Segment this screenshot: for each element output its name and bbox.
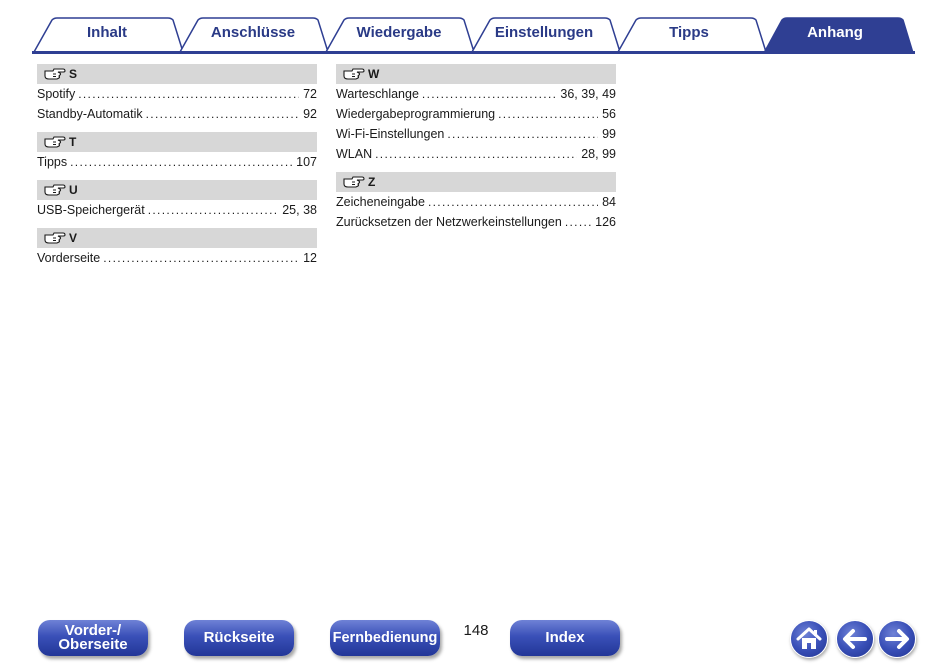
index-term: Spotify: [37, 87, 76, 101]
section-letter: W: [368, 67, 380, 81]
page-ref[interactable]: 92: [299, 104, 317, 124]
tab-anhang[interactable]: Anhang: [780, 23, 890, 43]
index-entry: Vorderseite 12: [37, 248, 317, 268]
index-entry: Zeicheneingabe 84: [336, 192, 616, 212]
tab-einstellungen[interactable]: Einstellungen: [488, 23, 600, 43]
tab-wiedergabe[interactable]: Wiedergabe: [344, 23, 454, 43]
index-term: Wiedergabeprogrammierung: [336, 107, 496, 121]
tab-bar: Inhalt Anschlüsse Wiedergabe Einstellung…: [0, 0, 950, 56]
index-term: Tipps: [37, 155, 68, 169]
index-entry: Warteschlange 36, 39, 49: [336, 84, 616, 104]
page-ref[interactable]: 36, 39, 49: [556, 84, 616, 104]
rueckseite-button[interactable]: Rückseite: [184, 620, 294, 656]
vorderseite-oberseite-button[interactable]: Vorder-/ Oberseite: [38, 620, 148, 656]
index-entry: Wi-Fi-Einstellungen 99: [336, 124, 616, 144]
section-letter: Z: [368, 175, 376, 189]
section-header-t: T: [37, 132, 317, 152]
leader-dots: [375, 144, 577, 164]
pointing-hand-icon: [44, 68, 66, 80]
leader-dots: [148, 200, 279, 220]
index-term: Zurücksetzen der Netzwerkeinstellungen: [336, 215, 562, 229]
page-ref[interactable]: 99: [598, 124, 616, 144]
section-letter: S: [69, 67, 78, 81]
section-header-w: W: [336, 64, 616, 84]
button-label-line2: Oberseite: [58, 636, 128, 653]
section-header-u: U: [37, 180, 317, 200]
index-entry: Tipps 107: [37, 152, 317, 172]
leader-dots: [146, 104, 299, 124]
tab-anschluesse[interactable]: Anschlüsse: [198, 23, 308, 43]
page-number: 148: [463, 622, 489, 639]
index-entry: Standby-Automatik 92: [37, 104, 317, 124]
section-letter: V: [69, 231, 78, 245]
pointing-hand-icon: [343, 68, 365, 80]
leader-dots: [78, 84, 299, 104]
pointing-hand-icon: [343, 176, 365, 188]
pointing-hand-icon: [44, 136, 66, 148]
page-ref[interactable]: 56: [598, 104, 616, 124]
forward-button[interactable]: [878, 620, 916, 658]
page-ref[interactable]: 107: [292, 152, 317, 172]
index-entry: WLAN 28, 99: [336, 144, 616, 164]
pointing-hand-icon: [44, 232, 66, 244]
pointing-hand-icon: [44, 184, 66, 196]
page-ref[interactable]: 25, 38: [278, 200, 317, 220]
leader-dots: [447, 124, 598, 144]
section-header-z: Z: [336, 172, 616, 192]
leader-dots: [103, 248, 299, 268]
index-term: USB-Speichergerät: [37, 203, 145, 217]
page-ref[interactable]: 84: [598, 192, 616, 212]
leader-dots: [422, 84, 556, 104]
index-term: Zeicheneingabe: [336, 195, 425, 209]
index-term: Warteschlange: [336, 87, 419, 101]
leader-dots: [428, 192, 598, 212]
back-button[interactable]: [836, 620, 874, 658]
section-letter: T: [69, 135, 77, 149]
page-ref[interactable]: 28, 99: [577, 144, 616, 164]
leader-dots: [498, 104, 598, 124]
index-entry: Zurücksetzen der Netzwerkeinstellungen 12…: [336, 212, 616, 232]
index-term: Wi-Fi-Einstellungen: [336, 127, 445, 141]
leader-dots: [70, 152, 292, 172]
index-entry: USB-Speichergerät 25, 38: [37, 200, 317, 220]
section-header-v: V: [37, 228, 317, 248]
fernbedienung-button[interactable]: Fernbedienung: [330, 620, 440, 656]
index-button[interactable]: Index: [510, 620, 620, 656]
leader-dots: [565, 212, 591, 232]
arrow-right-icon: [885, 629, 909, 649]
index-column-left: S Spotify 72 Standby-Automatik 92 T Tipps 1…: [37, 64, 317, 268]
index-term: WLAN: [336, 147, 373, 161]
page-ref[interactable]: 72: [299, 84, 317, 104]
index-term: Standby-Automatik: [37, 107, 143, 121]
section-letter: U: [69, 183, 78, 197]
arrow-left-icon: [843, 629, 867, 649]
page-ref[interactable]: 126: [591, 212, 616, 232]
page-ref[interactable]: 12: [299, 248, 317, 268]
home-button[interactable]: [790, 620, 828, 658]
index-entry: Spotify 72: [37, 84, 317, 104]
tab-inhalt[interactable]: Inhalt: [52, 23, 162, 43]
index-column-right: W Warteschlange 36, 39, 49 Wiedergabeprog…: [336, 64, 616, 232]
tab-baseline: [32, 51, 915, 54]
home-icon: [796, 627, 822, 649]
index-term: Vorderseite: [37, 251, 101, 265]
section-header-s: S: [37, 64, 317, 84]
tab-tipps[interactable]: Tipps: [634, 23, 744, 43]
index-entry: Wiedergabeprogrammierung 56: [336, 104, 616, 124]
